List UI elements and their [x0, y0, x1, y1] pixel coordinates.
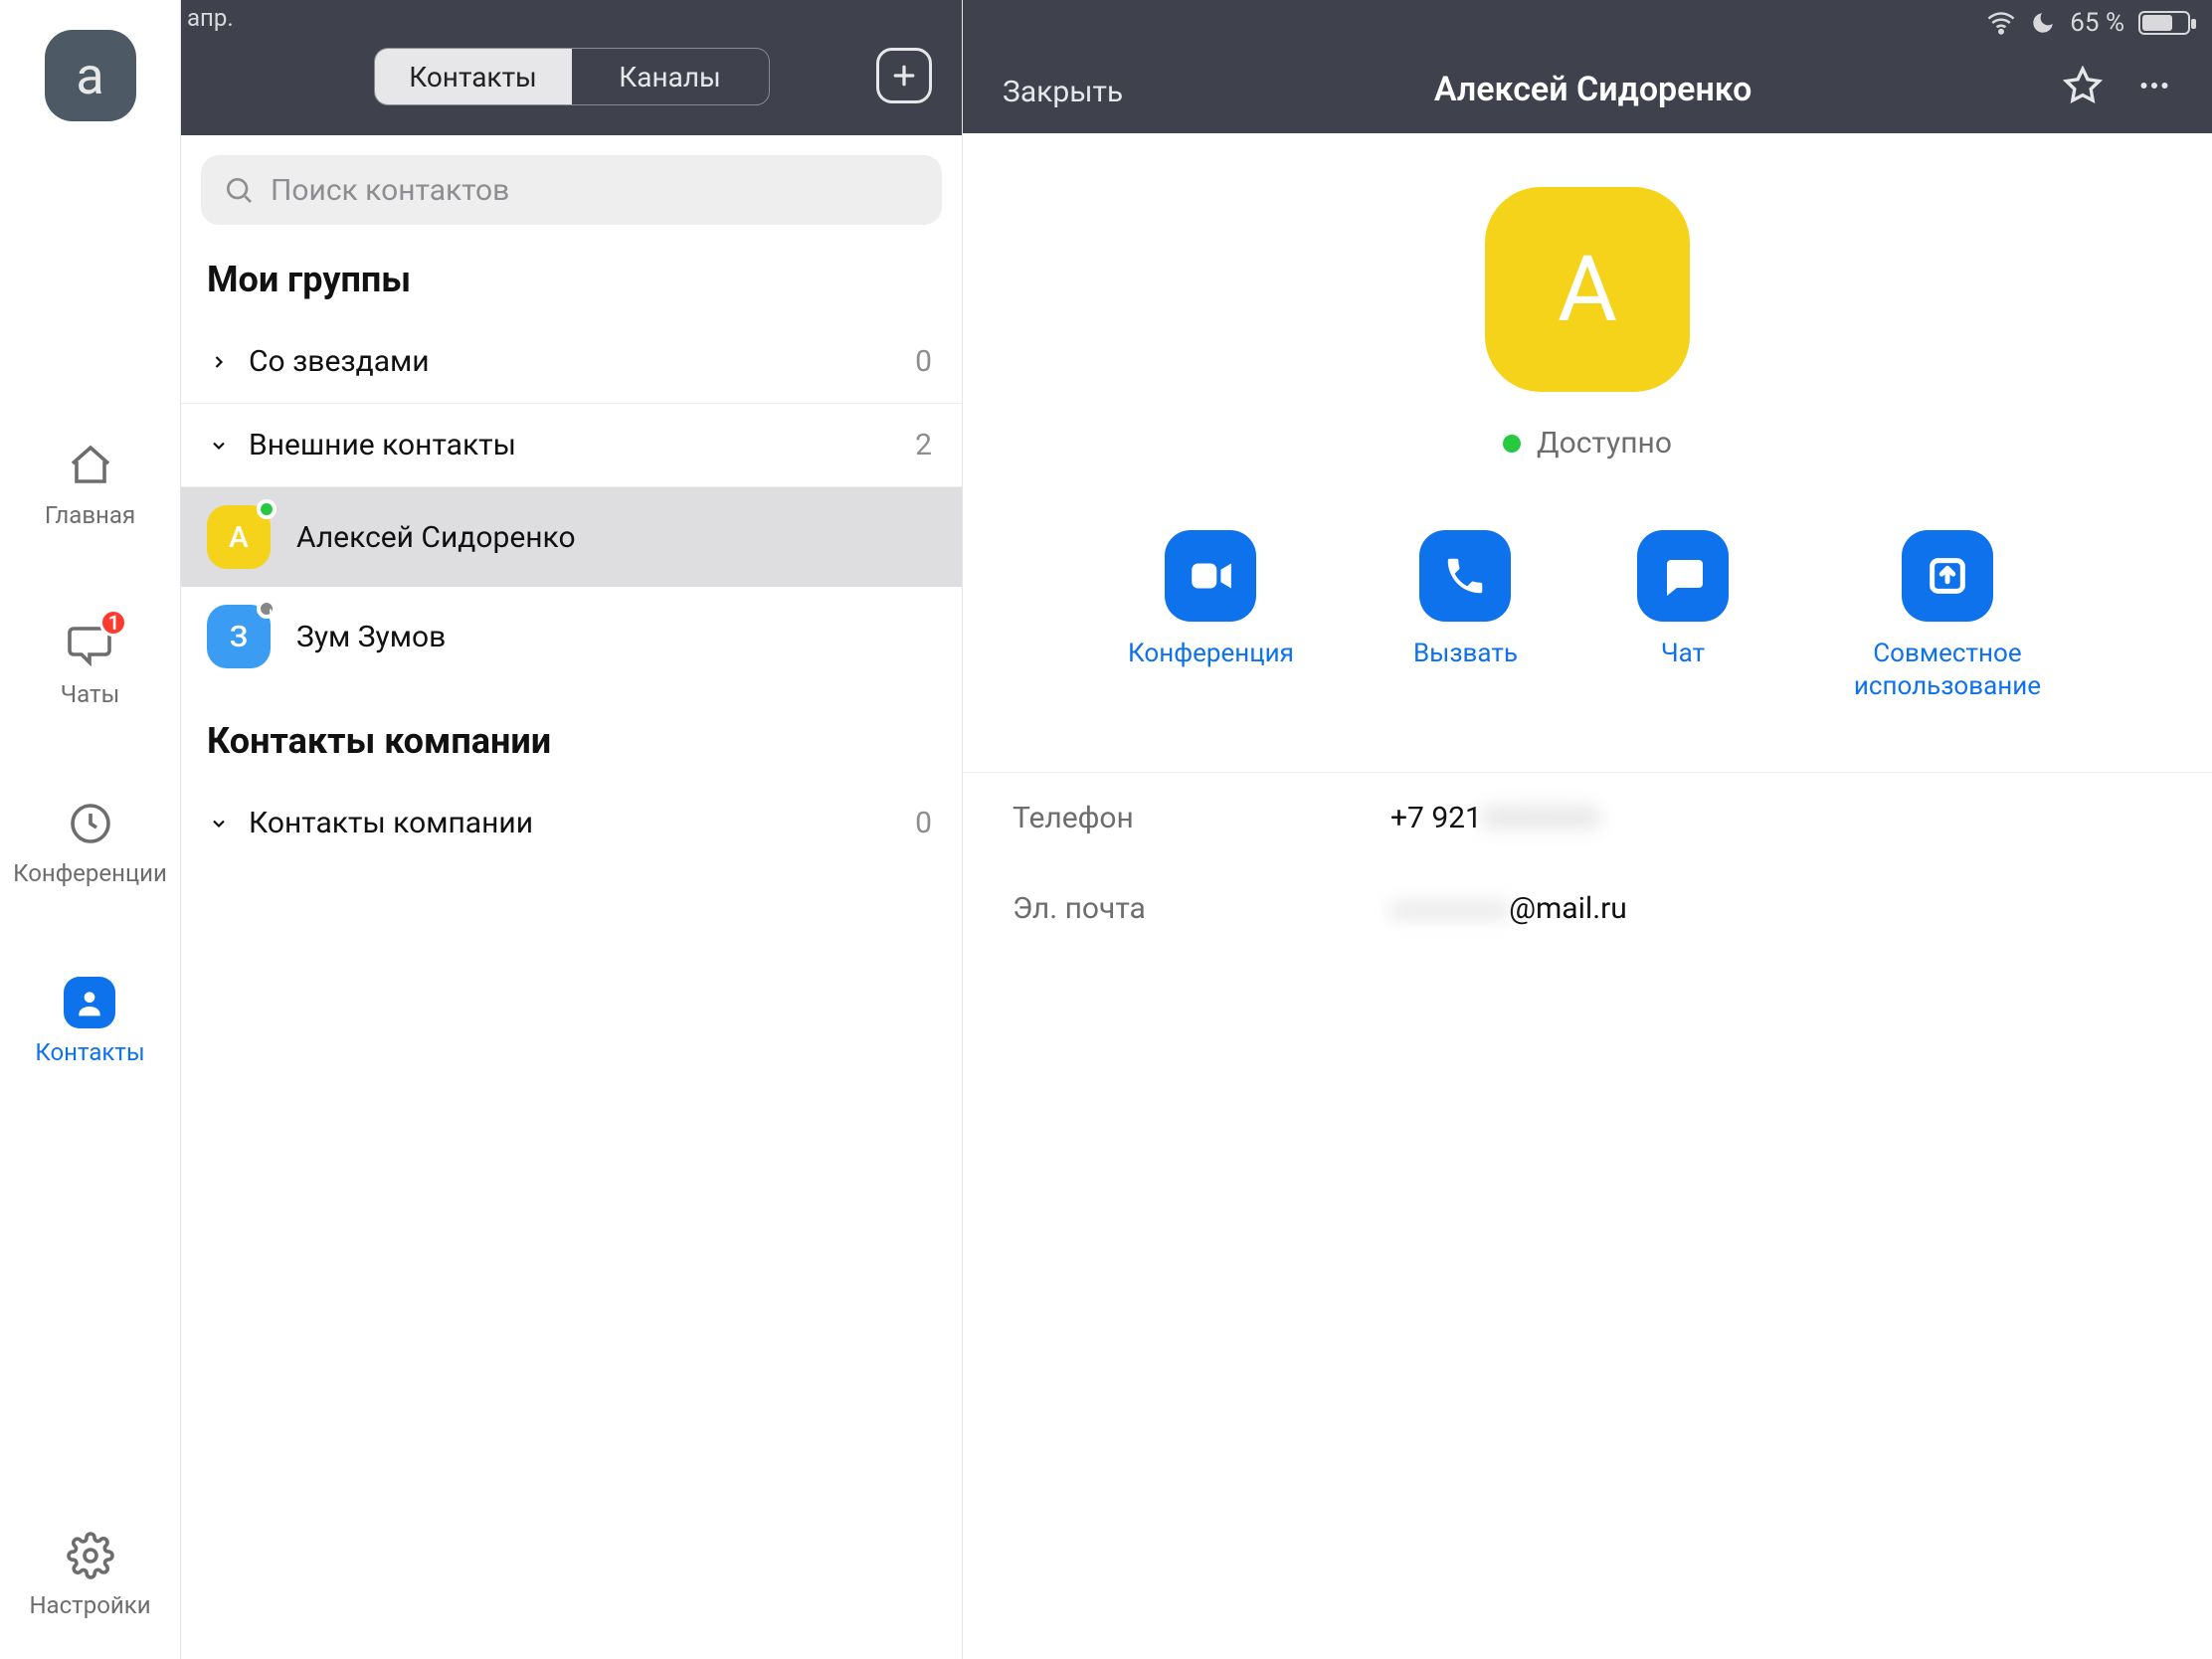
nav-rail: a Главная 1 Чаты Конференции: [0, 0, 181, 1659]
section-my-groups: Мои группы: [181, 225, 962, 320]
phone-label: Телефон: [1013, 801, 1390, 835]
message-icon: [1659, 552, 1707, 600]
group-external-label: Внешние контакты: [249, 428, 516, 462]
favorite-button[interactable]: [2063, 66, 2103, 109]
star-icon: [2063, 66, 2103, 105]
group-company[interactable]: Контакты компании 0: [181, 782, 962, 864]
tab-contacts[interactable]: Контакты: [375, 49, 572, 104]
share-icon: [1925, 553, 1970, 599]
group-starred-label: Со звездами: [249, 344, 430, 379]
add-button[interactable]: [876, 48, 932, 103]
detail-title: Алексей Сидоренко: [1143, 70, 2043, 109]
info-email: Эл. почта xxxxxxxx@mail.ru: [963, 863, 2212, 954]
more-button[interactable]: [2136, 68, 2172, 107]
action-call[interactable]: Вызвать: [1413, 530, 1518, 702]
avatar: З: [207, 605, 271, 668]
presence-indicator: [257, 499, 276, 519]
nav-settings[interactable]: Настройки: [29, 1530, 150, 1619]
chevron-right-icon: [207, 352, 231, 372]
nav-meetings[interactable]: Конференции: [13, 798, 167, 887]
chat-icon: 1: [64, 619, 115, 670]
group-company-label: Контакты компании: [249, 806, 533, 840]
section-company: Контакты компании: [181, 686, 962, 782]
battery-text: 65 %: [2070, 8, 2124, 38]
search-input[interactable]: [271, 173, 920, 208]
action-share[interactable]: Совместное использование: [1848, 530, 2047, 702]
view-segmented-control: Контакты Каналы: [374, 48, 770, 105]
contact-row[interactable]: З Зум Зумов: [181, 587, 962, 686]
nav-contacts[interactable]: Контакты: [35, 977, 144, 1066]
info-phone: Телефон +7 9210000000: [963, 773, 2212, 863]
group-starred-count: 0: [915, 344, 932, 379]
clock-icon: [65, 798, 116, 849]
action-meet-label: Конференция: [1128, 638, 1294, 670]
nav-settings-label: Настройки: [29, 1591, 150, 1619]
action-share-label: Совместное использование: [1848, 638, 2047, 702]
statusbar-right: 65 %: [1986, 8, 2190, 38]
search-icon: [223, 174, 255, 206]
search-field[interactable]: [201, 155, 942, 225]
contacts-icon: [64, 977, 115, 1028]
profile-avatar[interactable]: a: [45, 30, 136, 121]
close-button[interactable]: Закрыть: [1003, 75, 1123, 109]
phone-value[interactable]: +7 9210000000: [1390, 801, 1599, 835]
email-value[interactable]: xxxxxxxx@mail.ru: [1390, 891, 1627, 926]
group-external[interactable]: Внешние контакты 2: [181, 404, 962, 487]
presence-indicator: [257, 599, 276, 619]
nav-chats[interactable]: 1 Чаты: [61, 619, 119, 708]
avatar: А: [207, 505, 271, 569]
action-chat-label: Чат: [1661, 638, 1705, 670]
presence-text: Доступно: [1537, 426, 1672, 461]
chevron-down-icon: [207, 436, 231, 456]
group-company-count: 0: [915, 806, 932, 840]
email-label: Эл. почта: [1013, 891, 1390, 926]
video-icon: [1186, 551, 1235, 601]
contact-name: Алексей Сидоренко: [296, 520, 576, 555]
presence-status: Доступно: [1503, 426, 1672, 461]
nav-home-label: Главная: [45, 501, 135, 529]
list-header: апр. Контакты Каналы: [181, 0, 962, 135]
gear-icon: [65, 1530, 116, 1581]
contact-row[interactable]: А Алексей Сидоренко: [181, 487, 962, 587]
nav-meetings-label: Конференции: [13, 859, 167, 887]
more-icon: [2136, 68, 2172, 103]
detail-header: 65 % Закрыть Алексей Сидоренко: [963, 0, 2212, 133]
chats-badge: 1: [99, 609, 127, 637]
chevron-down-icon: [207, 814, 231, 833]
contact-detail-pane: 65 % Закрыть Алексей Сидоренко А Доступн…: [963, 0, 2212, 1659]
tab-channels[interactable]: Каналы: [572, 49, 769, 104]
contact-avatar-large: А: [1485, 187, 1690, 392]
contact-name: Зум Зумов: [296, 620, 446, 654]
group-external-count: 2: [915, 428, 932, 462]
group-starred[interactable]: Со звездами 0: [181, 320, 962, 404]
battery-icon: [2138, 11, 2190, 35]
moon-icon: [2030, 10, 2056, 36]
nav-contacts-label: Контакты: [35, 1038, 144, 1066]
presence-dot-icon: [1503, 435, 1521, 453]
action-meet[interactable]: Конференция: [1128, 530, 1294, 702]
contacts-list-pane: апр. Контакты Каналы Мои группы Со звезд…: [181, 0, 963, 1659]
action-call-label: Вызвать: [1413, 638, 1518, 670]
nav-chats-label: Чаты: [61, 680, 119, 708]
plus-icon: [889, 61, 919, 91]
action-chat[interactable]: Чат: [1637, 530, 1729, 702]
phone-icon: [1442, 553, 1488, 599]
wifi-icon: [1986, 8, 2016, 38]
home-icon: [65, 440, 116, 491]
nav-home[interactable]: Главная: [45, 440, 135, 529]
